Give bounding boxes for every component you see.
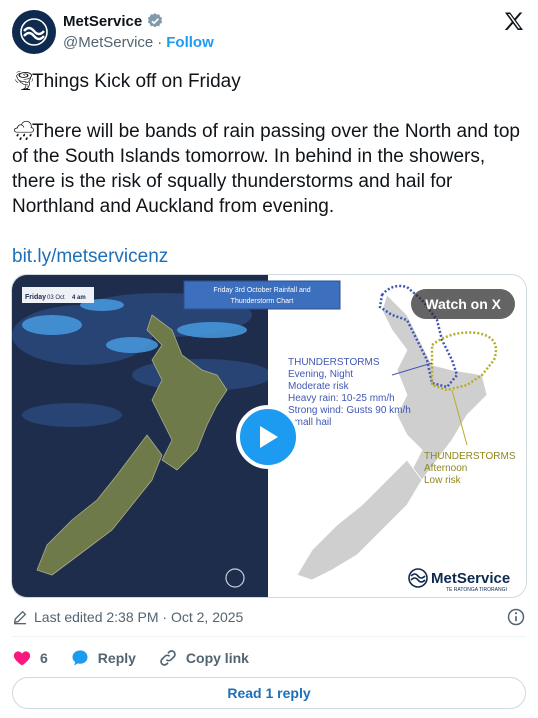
play-button[interactable] [236,405,300,469]
account-name[interactable]: MetService [63,13,142,30]
ts2-line-2: Low risk [424,475,462,486]
tweet-link[interactable]: bit.ly/metservicenz [12,246,168,267]
rain-cloud-emoji-icon: 🌧 [12,121,37,142]
account-handle[interactable]: @MetService [63,34,153,51]
brand-name: MetService [431,570,510,587]
pencil-icon [13,610,27,625]
tweet-line-2: There will be bands of rain passing over… [12,121,520,217]
map-stamp-date: 03 Oct [47,295,65,301]
play-icon [260,426,278,448]
tweet-line-1: Things Kick off on Friday [32,71,241,92]
separator-dot: · [157,34,163,51]
link-icon [160,650,176,666]
x-logo-icon[interactable] [502,10,526,34]
copy-link-button[interactable]: Copy link [158,648,249,668]
info-icon[interactable] [506,607,526,627]
brand-sub: TE RATONGA TIRORANGI [446,587,507,593]
edited-timestamp[interactable]: Last edited 2:38 PM · Oct 2, 2025 [34,609,243,625]
follow-button[interactable]: Follow [166,34,214,51]
video-media[interactable]: Friday 03 Oct 4 am Friday 3rd October Ra… [11,274,527,598]
chart-title-line2: Thunderstorm Chart [231,298,294,305]
tweet-text: 🌪Things Kick off on Friday 🌧There will b… [12,69,526,269]
like-count: 6 [40,650,48,666]
action-bar: 6 Reply Copy link [12,646,271,670]
watch-on-x-button[interactable]: Watch on X [411,289,515,319]
metservice-logo-icon [20,18,48,46]
ts1-line-4: Strong wind: Gusts 90 km/h [288,405,411,416]
ts1-line-3: Heavy rain: 10-25 mm/h [288,393,395,404]
divider [12,636,526,637]
reply-button[interactable]: Reply [70,648,136,668]
ts1-line-2: Moderate risk [288,381,350,392]
ts2-line-0: THUNDERSTORMS [424,451,516,462]
ts1-line-1: Evening, Night [288,369,353,380]
ts2-line-1: Afternoon [424,463,467,474]
tweet-meta: Last edited 2:38 PM · Oct 2, 2025 [12,606,526,628]
map-stamp-day: Friday [25,294,46,301]
verified-badge-icon [148,13,163,28]
read-reply-button[interactable]: Read 1 reply [12,677,526,709]
like-button[interactable]: 6 [12,648,48,668]
heart-icon [13,651,31,666]
tweet-header: MetService @MetService · Follow [12,10,526,56]
copy-link-label: Copy link [185,650,249,666]
chart-title-line1: Friday 3rd October Rainfall and [213,287,310,294]
reply-label: Reply [97,650,136,666]
tornado-emoji-icon: 🌪 [12,71,37,92]
ts1-line-0: THUNDERSTORMS [288,357,380,368]
avatar[interactable] [12,10,56,54]
reply-bubble-icon [72,650,88,666]
map-stamp-time: 4 am [72,295,86,301]
